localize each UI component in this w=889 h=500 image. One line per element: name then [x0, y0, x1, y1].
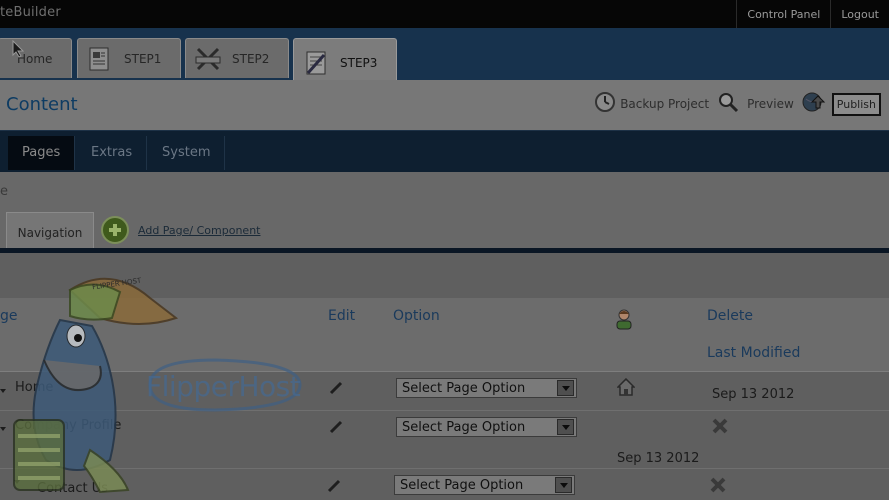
user-icon: [614, 308, 634, 334]
col-page-header: ge: [0, 308, 18, 324]
nav-extras[interactable]: Extras: [77, 136, 148, 170]
control-panel-link[interactable]: Control Panel: [736, 0, 830, 28]
tab-step3-label: STEP3: [340, 55, 378, 70]
table-header: ge Edit Option Delete Last Modified: [0, 298, 889, 372]
edit-document-icon: [302, 49, 330, 77]
backup-project-label: Backup Project: [620, 97, 710, 111]
page-option-select[interactable]: Select Page Option: [394, 475, 575, 495]
row-last-modified: Sep 13 2012: [712, 387, 795, 402]
dropdown-arrow-icon[interactable]: [557, 380, 574, 396]
content-header: Content Backup Project Preview Publish: [0, 80, 889, 130]
select-value: Select Page Option: [402, 419, 526, 435]
dropdown-arrow-icon[interactable]: [555, 477, 572, 493]
action-bar: Backup Project Preview Publish: [588, 90, 881, 118]
expand-caret-icon[interactable]: [0, 427, 6, 431]
backup-project-button[interactable]: Backup Project: [594, 91, 709, 117]
col-delete-header: Delete: [707, 308, 753, 324]
tab-step2-label: STEP2: [232, 51, 270, 66]
edit-pencil-icon[interactable]: [329, 380, 343, 395]
expand-caret-icon[interactable]: [14, 480, 20, 484]
col-edit-header: Edit: [328, 308, 356, 324]
table-row: Company Profile Select Page Option Sep 1…: [0, 411, 889, 469]
edit-pencil-icon[interactable]: [327, 478, 341, 493]
logout-link[interactable]: Logout: [830, 0, 889, 28]
row-last-modified: Sep 13 2012: [617, 451, 700, 466]
page-title: Content: [6, 94, 78, 115]
page-subheader: e Navigation Add Page/ Component: [0, 172, 889, 252]
app-title: teBuilder: [0, 5, 61, 20]
nav-system[interactable]: System: [148, 136, 226, 170]
tools-icon: [194, 45, 222, 73]
row-page-name[interactable]: Contact Us: [37, 481, 108, 496]
magnifier-icon: [717, 91, 739, 117]
tab-step2[interactable]: STEP2: [185, 38, 289, 78]
preview-label: Preview: [747, 97, 794, 111]
row-page-name[interactable]: Company Profile: [15, 418, 121, 433]
breadcrumb: e: [0, 184, 8, 199]
tab-step3[interactable]: STEP3: [293, 38, 397, 86]
col-option-header: Option: [393, 308, 440, 324]
dropdown-arrow-icon[interactable]: [557, 419, 574, 435]
delete-icon[interactable]: [710, 477, 726, 497]
add-circle-icon[interactable]: [101, 216, 129, 244]
table-row: Home Select Page Option Sep 13 2012: [0, 373, 889, 411]
tab-step1[interactable]: STEP1: [77, 38, 181, 78]
delete-icon[interactable]: [712, 418, 728, 438]
top-bar: teBuilder Control Panel Logout: [0, 0, 889, 28]
home-icon: [616, 377, 636, 400]
publish-button[interactable]: Publish: [831, 92, 881, 116]
step-tabs-bar: Home STEP1 STEP2 STEP3: [0, 28, 889, 86]
top-links: Control Panel Logout: [736, 0, 889, 28]
expand-caret-icon[interactable]: [0, 389, 6, 393]
preview-button[interactable]: Preview: [717, 91, 794, 117]
select-value: Select Page Option: [402, 380, 526, 396]
edit-pencil-icon[interactable]: [329, 419, 343, 434]
document-icon: [86, 45, 114, 73]
table-row: Contact Us Select Page Option: [0, 470, 889, 500]
col-last-modified-header: Last Modified: [707, 345, 801, 361]
add-page-component-link[interactable]: Add Page/ Component: [138, 224, 261, 237]
globe-upload-icon: [802, 90, 826, 118]
publish-group: Publish: [802, 90, 881, 118]
select-value: Select Page Option: [400, 477, 524, 493]
row-page-name[interactable]: Home: [15, 380, 53, 395]
tab-home[interactable]: Home: [0, 38, 72, 78]
tab-navigation[interactable]: Navigation: [6, 212, 94, 252]
tab-step1-label: STEP1: [124, 51, 162, 66]
page-option-select[interactable]: Select Page Option: [396, 417, 577, 437]
mouse-cursor-icon: [12, 40, 24, 58]
page-option-select[interactable]: Select Page Option: [396, 378, 577, 398]
clock-icon: [594, 91, 616, 117]
main-nav: Pages Extras System: [0, 130, 889, 172]
nav-pages[interactable]: Pages: [8, 136, 76, 170]
